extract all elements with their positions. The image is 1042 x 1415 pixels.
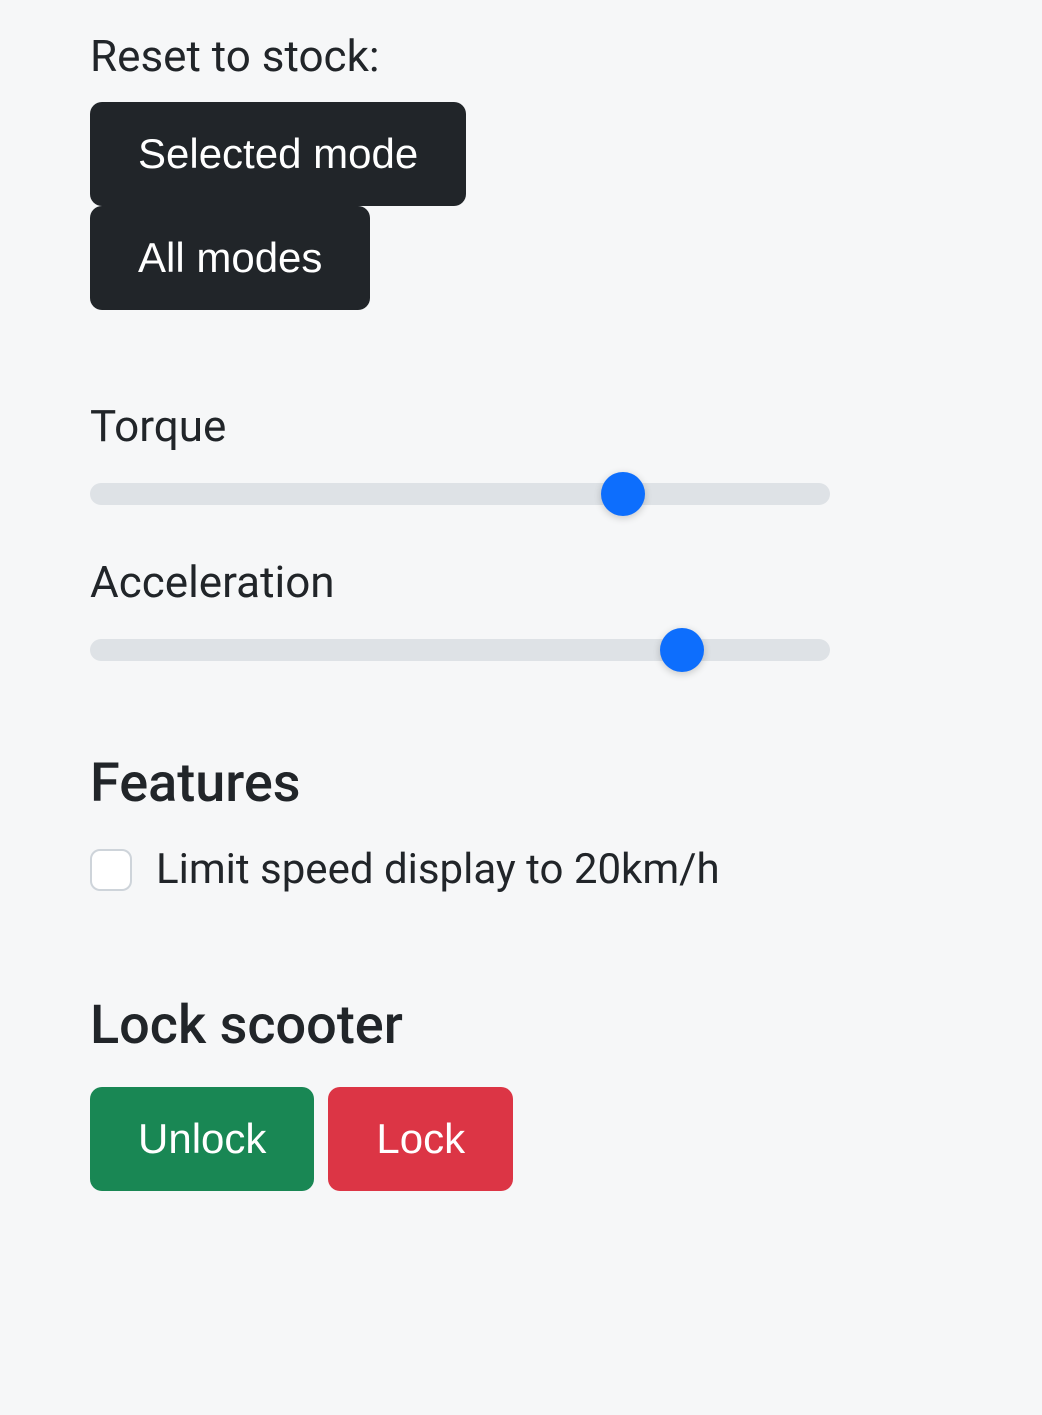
reset-selected-mode-button[interactable]: Selected mode (90, 102, 466, 206)
reset-all-modes-button[interactable]: All modes (90, 206, 370, 310)
torque-label: Torque (90, 400, 952, 452)
lock-heading: Lock scooter (90, 994, 952, 1057)
limit-speed-label: Limit speed display to 20km/h (156, 845, 720, 894)
reset-label: Reset to stock: (90, 30, 952, 82)
sliders-section: Torque Acceleration (90, 400, 952, 662)
acceleration-slider-track (90, 639, 830, 661)
acceleration-label: Acceleration (90, 556, 952, 608)
limit-speed-checkbox[interactable] (90, 849, 132, 891)
acceleration-slider[interactable] (90, 638, 830, 662)
acceleration-slider-thumb[interactable] (660, 628, 704, 672)
features-section: Features Limit speed display to 20km/h (90, 752, 952, 894)
unlock-button[interactable]: Unlock (90, 1087, 314, 1191)
reset-section: Reset to stock: Selected mode All modes (90, 30, 952, 310)
torque-slider[interactable] (90, 482, 830, 506)
lock-section: Lock scooter Unlock Lock (90, 994, 952, 1191)
torque-slider-thumb[interactable] (601, 472, 645, 516)
features-heading: Features (90, 752, 952, 815)
torque-slider-track (90, 483, 830, 505)
limit-speed-row: Limit speed display to 20km/h (90, 845, 952, 894)
lock-button[interactable]: Lock (328, 1087, 513, 1191)
